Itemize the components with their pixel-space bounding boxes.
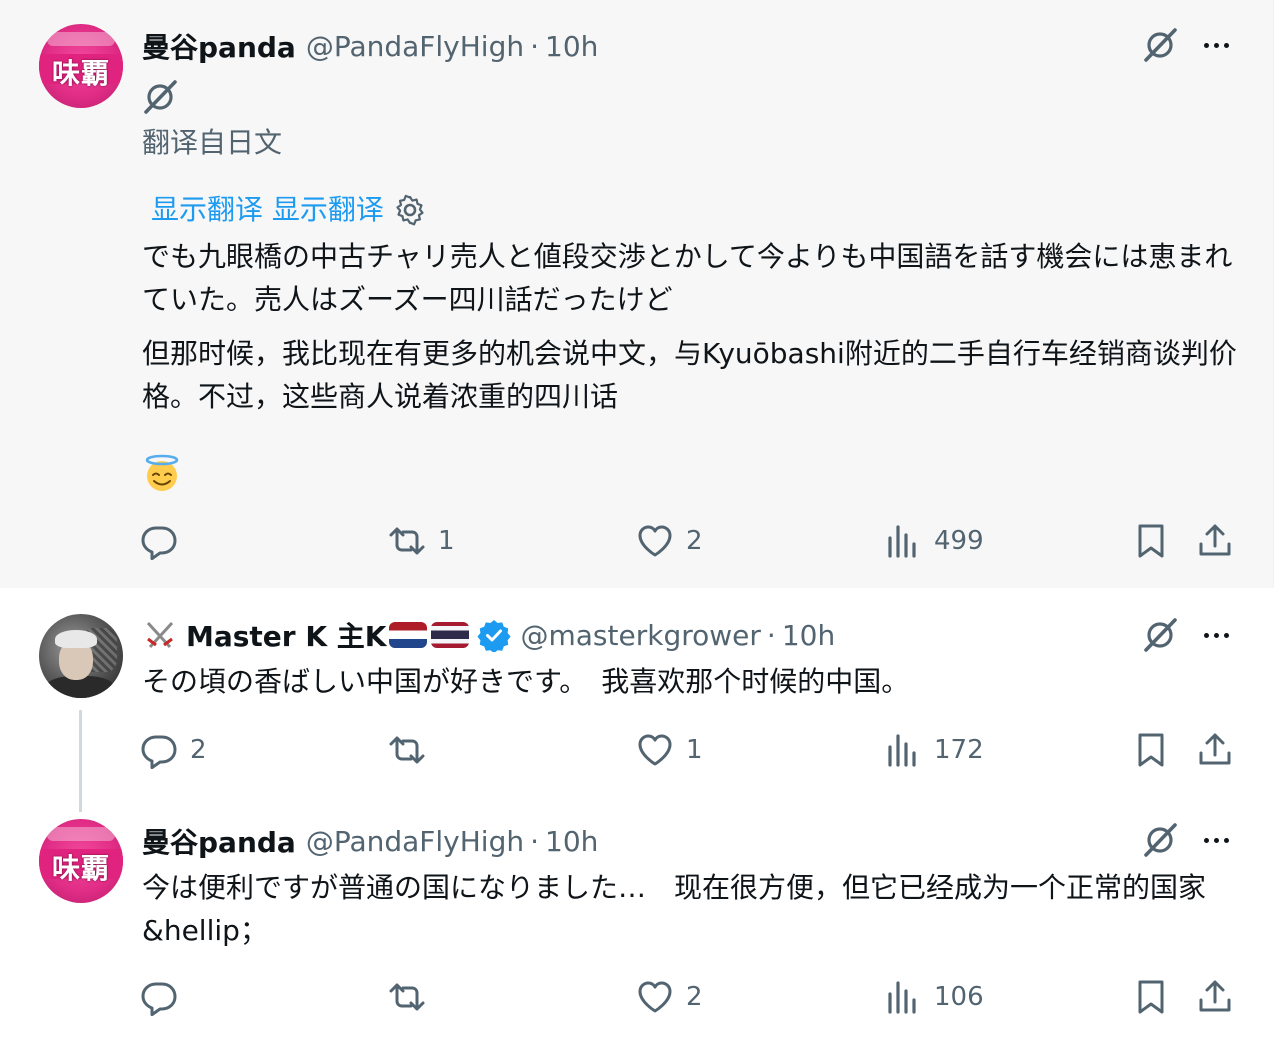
show-translation-row[interactable]: 显示翻译 显示翻译 bbox=[151, 188, 426, 231]
tweet-header: 曼谷panda @PandaFlyHigh · 10h bbox=[142, 821, 598, 861]
views-icon bbox=[884, 522, 922, 560]
tweet-highlighted[interactable]: 味覇 曼谷panda @PandaFlyHigh · 10h 翻译自日文 显示翻… bbox=[0, 0, 1274, 588]
crossed-swords-icon bbox=[146, 621, 174, 649]
action-bar: 2 106 bbox=[140, 975, 1240, 1019]
timestamp[interactable]: 10h bbox=[545, 825, 598, 858]
user-handle[interactable]: @PandaFlyHigh bbox=[306, 825, 524, 858]
user-handle[interactable]: @PandaFlyHigh bbox=[306, 30, 524, 63]
reply-icon bbox=[140, 978, 178, 1016]
like-button[interactable]: 2 bbox=[636, 975, 703, 1019]
like-icon bbox=[636, 522, 674, 560]
bookmark-icon bbox=[1132, 522, 1170, 560]
views-icon bbox=[884, 731, 922, 769]
separator: · bbox=[530, 824, 539, 858]
separator: · bbox=[530, 29, 539, 63]
share-button[interactable] bbox=[1196, 519, 1234, 563]
share-icon bbox=[1196, 978, 1234, 1016]
views-count: 172 bbox=[934, 735, 984, 765]
repost-button[interactable] bbox=[388, 728, 438, 772]
reply-button[interactable] bbox=[140, 975, 190, 1019]
bookmark-icon bbox=[1132, 731, 1170, 769]
translated-text: 但那时候，我比现在有更多的机会说中文，与Kyuōbashi附近的二手自行车经销商… bbox=[142, 337, 1237, 413]
share-button[interactable] bbox=[1196, 728, 1234, 772]
more-icon[interactable] bbox=[1196, 615, 1236, 655]
timestamp[interactable]: 10h bbox=[545, 30, 598, 63]
tweet-text: その頃の香ばしい中国が好きです。 我喜欢那个时候的中国。 bbox=[142, 665, 910, 698]
repost-button[interactable]: 1 bbox=[388, 519, 455, 563]
views-button[interactable]: 172 bbox=[884, 728, 984, 772]
translated-from-label: 翻译自日文 bbox=[142, 126, 283, 159]
display-name[interactable]: Master K 主K bbox=[186, 615, 387, 655]
tweet-text: 今は便利ですが普通の国になりました… 现在很方便，但它已经成为一个正常的国家&h… bbox=[142, 871, 1207, 947]
bookmark-button[interactable] bbox=[1132, 519, 1170, 563]
timestamp[interactable]: 10h bbox=[782, 619, 835, 652]
repost-icon bbox=[388, 731, 426, 769]
user-handle[interactable]: @masterkgrower bbox=[521, 619, 761, 652]
display-name[interactable]: 曼谷panda bbox=[142, 26, 296, 66]
reply-count: 2 bbox=[190, 735, 207, 765]
views-count: 499 bbox=[934, 526, 984, 556]
more-icon[interactable] bbox=[1196, 25, 1236, 65]
verified-badge-icon[interactable] bbox=[476, 618, 511, 652]
tweet-header: 曼谷panda @PandaFlyHigh · 10h bbox=[142, 26, 598, 66]
smiling-face-with-halo-icon bbox=[145, 454, 179, 491]
bookmark-button[interactable] bbox=[1132, 975, 1170, 1019]
grok-icon[interactable] bbox=[1140, 615, 1180, 655]
action-bar: 2 1 172 bbox=[140, 728, 1240, 772]
reply-button[interactable]: 2 bbox=[140, 728, 207, 772]
reply-icon bbox=[140, 522, 178, 560]
like-icon bbox=[636, 978, 674, 1016]
reply-button[interactable] bbox=[140, 519, 190, 563]
views-button[interactable]: 106 bbox=[884, 975, 984, 1019]
action-bar: 1 2 499 bbox=[140, 519, 1240, 563]
like-count: 2 bbox=[686, 982, 703, 1012]
netherlands-flag-icon bbox=[388, 622, 427, 648]
avatar-glyph: 味覇 bbox=[51, 57, 110, 90]
like-count: 2 bbox=[686, 526, 703, 556]
grok-icon[interactable] bbox=[1140, 25, 1180, 65]
gear-icon[interactable] bbox=[394, 194, 426, 226]
more-icon[interactable] bbox=[1196, 820, 1236, 860]
separator: · bbox=[766, 618, 776, 652]
like-button[interactable]: 1 bbox=[636, 728, 703, 772]
tweet-reply[interactable]: Master K 主K @masterkgrower · 10h その頃の香ばし… bbox=[0, 590, 1274, 805]
avatar[interactable] bbox=[39, 614, 123, 698]
avatar[interactable]: 味覇 bbox=[39, 819, 123, 903]
repost-button[interactable] bbox=[388, 975, 438, 1019]
views-button[interactable]: 499 bbox=[884, 519, 984, 563]
share-icon bbox=[1196, 731, 1234, 769]
tweet-reply[interactable]: 味覇 曼谷panda @PandaFlyHigh · 10h 今は便利ですが普通… bbox=[0, 805, 1274, 1038]
avatar[interactable]: 味覇 bbox=[39, 24, 123, 108]
grok-icon[interactable] bbox=[1140, 820, 1180, 860]
views-icon bbox=[884, 978, 922, 1016]
avatar-glyph: 味覇 bbox=[51, 852, 110, 885]
repost-icon bbox=[388, 978, 426, 1016]
like-count: 1 bbox=[686, 735, 703, 765]
share-icon bbox=[1196, 522, 1234, 560]
original-text: でも九眼橋の中古チャリ売人と値段交渉とかして今よりも中国語を話す機会には恵まれて… bbox=[142, 240, 1233, 316]
display-name[interactable]: 曼谷panda bbox=[142, 821, 296, 861]
like-icon bbox=[636, 731, 674, 769]
views-count: 106 bbox=[934, 982, 984, 1012]
reply-icon bbox=[140, 731, 178, 769]
share-button[interactable] bbox=[1196, 975, 1234, 1019]
repost-icon bbox=[388, 522, 426, 560]
tweet-header: Master K 主K @masterkgrower · 10h bbox=[142, 617, 835, 653]
like-button[interactable]: 2 bbox=[636, 519, 703, 563]
grok-translate-icon[interactable] bbox=[140, 77, 180, 117]
show-translation-link[interactable]: 显示翻译 显示翻译 bbox=[151, 188, 384, 231]
bookmark-icon bbox=[1132, 978, 1170, 1016]
repost-count: 1 bbox=[438, 526, 455, 556]
thailand-flag-icon bbox=[430, 622, 469, 648]
bookmark-button[interactable] bbox=[1132, 728, 1170, 772]
